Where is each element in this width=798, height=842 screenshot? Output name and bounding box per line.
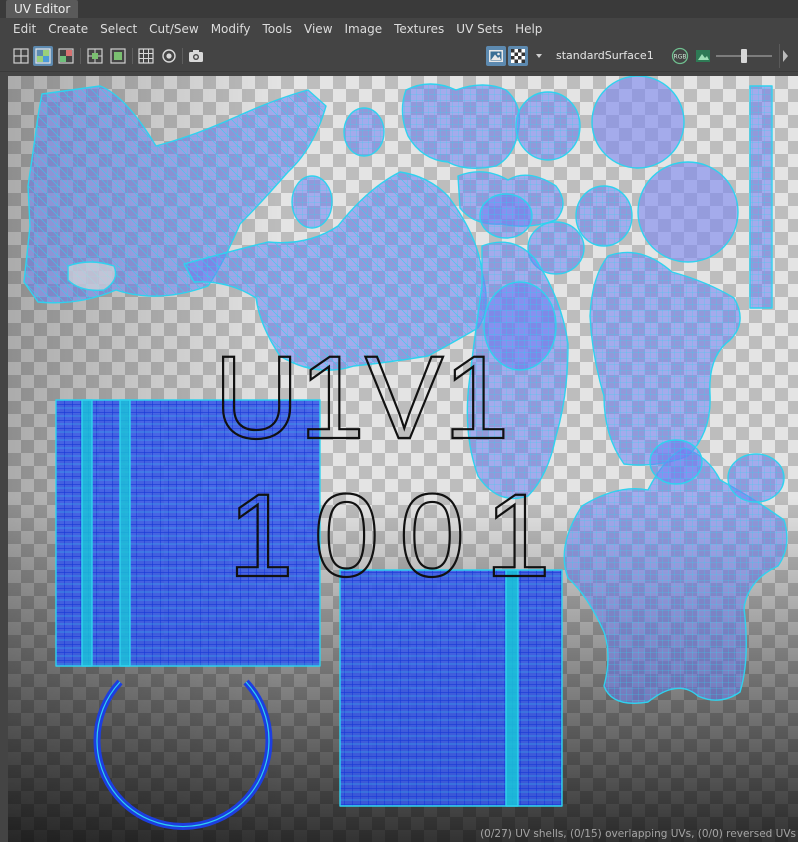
menu-edit[interactable]: Edit [7,18,42,40]
menu-view[interactable]: View [298,18,338,40]
menu-select[interactable]: Select [94,18,143,40]
menu-textures[interactable]: Textures [388,18,450,40]
uv-viewport[interactable]: U1V1 1001 (0/27) UV shells, (0/15) overl… [8,76,798,842]
exposure-slider-handle[interactable] [741,49,747,63]
pixel-snap-icon[interactable] [108,46,128,66]
uv-toolbar: standardSurface1 RGB [0,40,798,72]
menu-uv-sets[interactable]: UV Sets [450,18,509,40]
uv-distortion-icon[interactable] [56,46,76,66]
tile-label-uv: U1V1 [214,332,509,464]
menu-modify[interactable]: Modify [205,18,257,40]
menu-tools[interactable]: Tools [256,18,298,40]
menu-bar: Edit Create Select Cut/Sew Modify Tools … [0,18,798,40]
material-dropdown-arrow-icon[interactable] [536,54,542,58]
uv-layout-icon[interactable] [11,46,31,66]
checker-icon[interactable] [508,46,528,66]
image-display-icon[interactable] [486,46,506,66]
snapshot-icon[interactable] [186,46,206,66]
menu-create[interactable]: Create [42,18,94,40]
window-title-bar: UV Editor [0,0,798,18]
toolbar-overflow-icon[interactable] [783,50,788,62]
menu-help[interactable]: Help [509,18,548,40]
texture-borders-icon[interactable] [159,46,179,66]
material-selector[interactable]: standardSurface1 [556,48,654,64]
menu-image[interactable]: Image [339,18,389,40]
grid-icon[interactable] [136,46,156,66]
image-ratio-icon[interactable] [693,46,713,66]
uv-status-readout: (0/27) UV shells, (0/15) overlapping UVs… [480,828,796,840]
tile-label-number: 1001 [228,470,571,602]
grid-snap-icon[interactable] [85,46,105,66]
uv-canvas[interactable]: U1V1 1001 [8,76,798,842]
menu-cut-sew[interactable]: Cut/Sew [143,18,205,40]
rgb-channels-icon[interactable]: RGB [670,46,690,66]
svg-text:RGB: RGB [674,54,687,61]
window-title: UV Editor [6,0,79,18]
uv-shaded-icon[interactable] [33,46,53,66]
